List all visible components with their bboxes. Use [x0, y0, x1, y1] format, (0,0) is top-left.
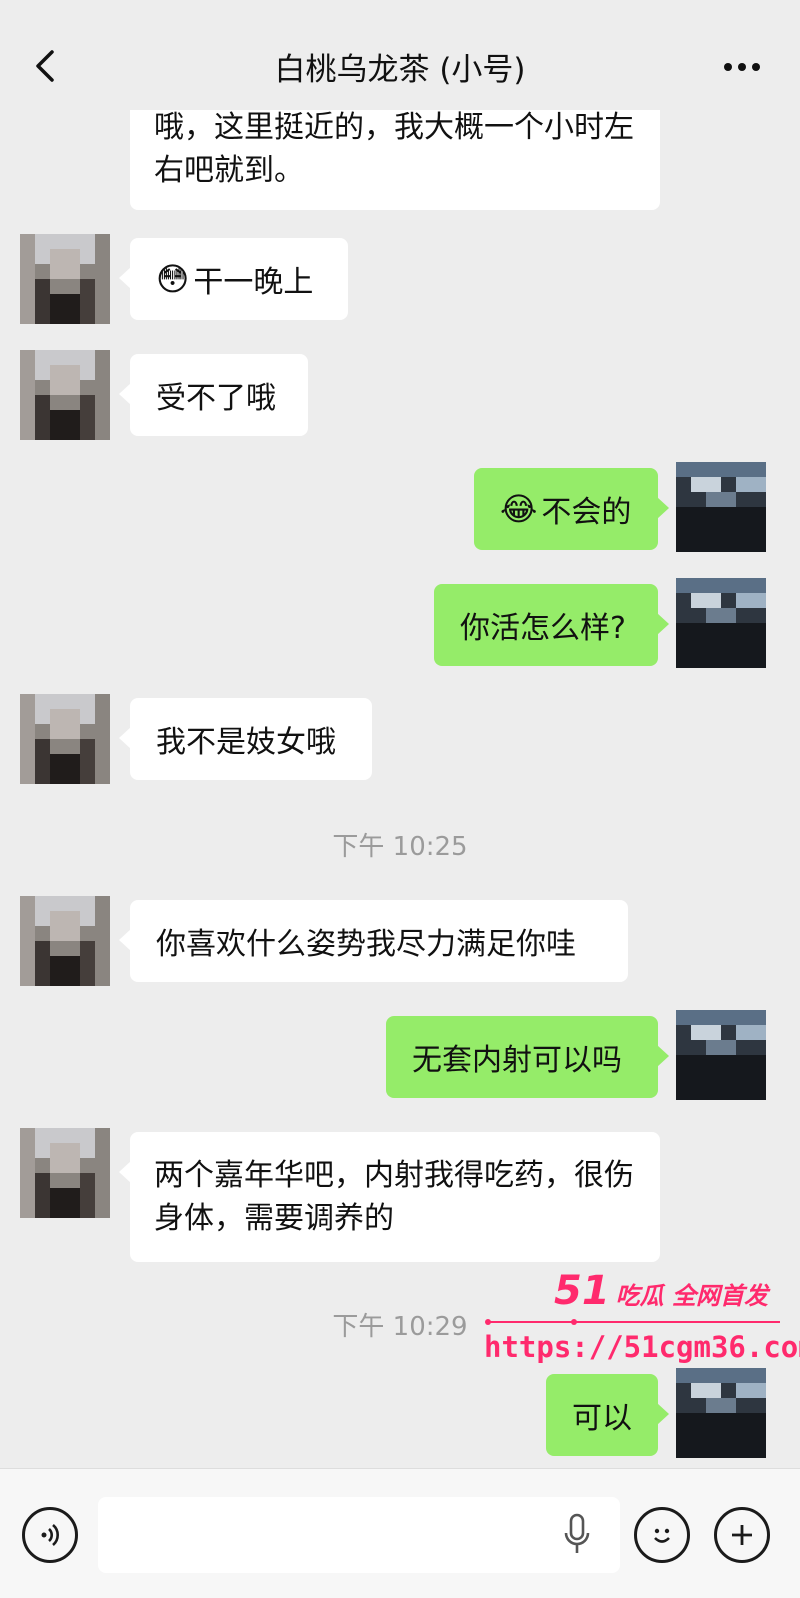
avatar-contact[interactable] — [20, 694, 110, 784]
plus-icon — [732, 1525, 752, 1545]
message-bubble-outgoing[interactable]: 😂 不会的 — [474, 468, 669, 550]
avatar-self[interactable] — [676, 1010, 766, 1100]
avatar-self[interactable] — [676, 1368, 766, 1458]
watermark-text: 吃瓜 全网首发 — [615, 1282, 769, 1310]
avatar-contact[interactable] — [20, 896, 110, 986]
message-bubble-outgoing[interactable]: 无套内射可以吗 — [386, 1016, 669, 1098]
chat-header: 白桃乌龙茶 (小号) — [0, 0, 800, 110]
laughing-emoji-icon: 😂 — [500, 490, 538, 528]
chevron-left-icon[interactable] — [28, 46, 64, 86]
avatar-contact[interactable] — [20, 1128, 110, 1218]
avatar-self[interactable] — [676, 578, 766, 668]
message-bubble-incoming[interactable]: 我不是妓女哦 — [119, 698, 372, 780]
more-options-button[interactable] — [714, 1507, 770, 1563]
message-text: 无套内射可以吗 — [412, 1043, 622, 1078]
timestamp: 下午 10:25 — [332, 832, 468, 862]
watermark-url: https://51cgm36.com — [484, 1330, 800, 1364]
message-bubble-incoming[interactable]: 两个嘉年华吧，内射我得吃药，很伤身体，需要调养的 — [119, 1132, 660, 1262]
chat-title: 白桃乌龙茶 (小号) — [274, 52, 526, 88]
avatar-contact[interactable] — [20, 350, 110, 440]
message-text: 哦，这里挺近的，我大概一个小时左右吧就到。 — [154, 110, 634, 188]
input-bar — [0, 1468, 800, 1598]
message-bubble-incoming[interactable]: 受不了哦 — [119, 354, 308, 436]
voice-toggle-button[interactable] — [22, 1507, 78, 1563]
watermark-number: 51 — [554, 1268, 610, 1314]
ellipsis-icon[interactable] — [722, 52, 762, 82]
message-text: 你喜欢什么姿势我尽力满足你哇 — [156, 927, 576, 962]
avatar-self[interactable] — [676, 462, 766, 552]
message-bubble-outgoing[interactable]: 你活怎么样? — [434, 584, 669, 666]
watermark: 51 吃瓜 全网首发 https://51cgm36.com — [484, 1268, 800, 1378]
message-text: 你活怎么样? — [460, 611, 626, 646]
message-text: 两个嘉年华吧，内射我得吃药，很伤身体，需要调养的 — [154, 1158, 634, 1236]
watermark-circuit-line — [485, 1319, 780, 1325]
emoji-icon — [654, 1528, 670, 1543]
message-bubble-incoming[interactable]: 😳 干一晚上 — [119, 238, 348, 320]
microphone-icon[interactable] — [562, 1513, 592, 1557]
message-text: 不会的 — [541, 495, 632, 530]
message-text: 可以 — [572, 1401, 632, 1436]
message-input[interactable] — [98, 1497, 620, 1573]
message-text: 受不了哦 — [156, 381, 276, 416]
message-text: 我不是妓女哦 — [156, 725, 336, 760]
message-bubble-outgoing[interactable]: 可以 — [546, 1374, 669, 1456]
voice-icon — [41, 1524, 59, 1546]
message-bubble-incoming[interactable]: 你喜欢什么姿势我尽力满足你哇 — [119, 900, 628, 982]
emoji-button[interactable] — [634, 1507, 690, 1563]
watermark-brand: 51 吃瓜 全网首发 — [554, 1268, 768, 1314]
message-text: 干一晚上 — [193, 265, 314, 300]
flushed-emoji-icon: 😳 — [156, 260, 190, 298]
avatar-contact[interactable] — [20, 234, 110, 324]
